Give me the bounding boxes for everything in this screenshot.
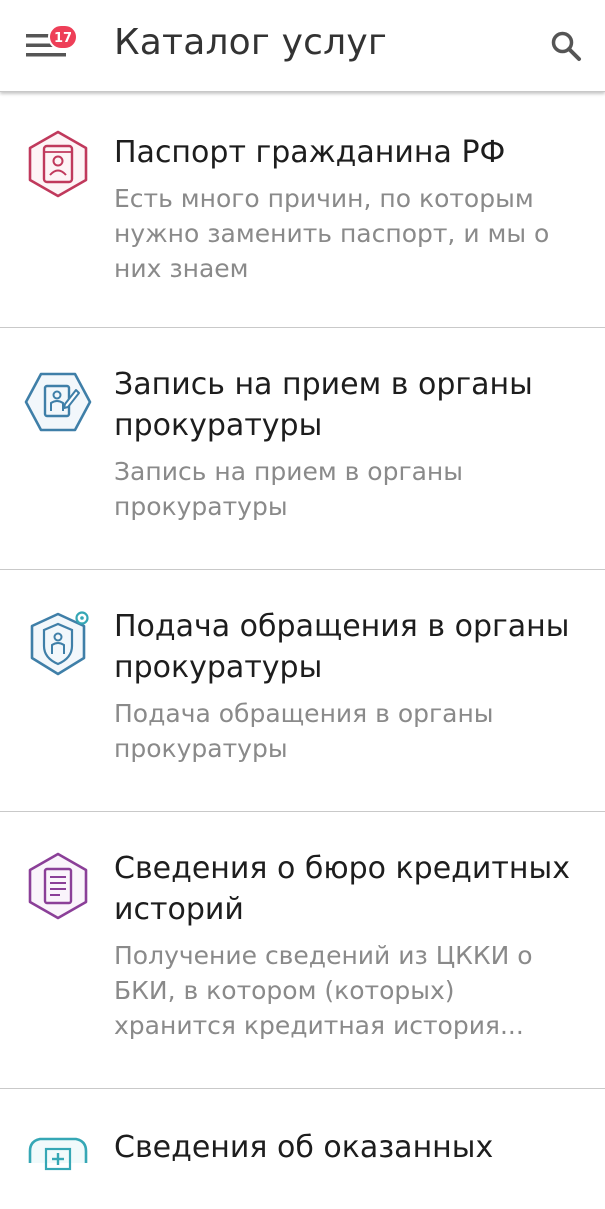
service-description: Запись на прием в органы прокуратуры [114,457,464,521]
service-title: Паспорт гражданина РФ [114,135,506,170]
services-list: Паспорт гражданина РФ Есть много причин,… [0,92,605,1209]
menu-button[interactable]: 17 [20,18,80,74]
service-description: Получение сведений из ЦККИ о БКИ, в кото… [114,941,533,1040]
notification-badge: 17 [48,24,79,50]
service-item-prosecutor-appeal[interactable]: Подача обращения в органы прокуратуры По… [0,570,605,812]
search-icon [551,31,581,61]
page-title: Каталог услуг [114,22,387,63]
search-button[interactable] [540,24,590,68]
passport-icon [28,130,88,198]
service-description: Подача обращения в органы прокуратуры [114,699,494,763]
service-title: Сведения об оказанных [114,1130,494,1165]
service-item-passport[interactable]: Паспорт гражданина РФ Есть много причин,… [0,92,605,328]
service-title: Сведения о бюро кредитных историй [114,851,570,927]
prosecutor-appointment-icon [24,372,92,432]
service-description: Есть много причин, по которым нужно заме… [114,184,550,283]
app-bar: 17 Каталог услуг [0,0,605,92]
prosecutor-appeal-icon [30,611,89,676]
service-item-prosecutor-appointment[interactable]: Запись на прием в органы прокуратуры Зап… [0,328,605,570]
medical-services-icon [28,1137,88,1171]
service-item-credit-history[interactable]: Сведения о бюро кредитных историй Получе… [0,812,605,1089]
service-title: Запись на прием в органы прокуратуры [114,367,533,443]
service-item-medical[interactable]: Сведения об оказанных [0,1089,605,1209]
credit-history-icon [28,852,88,920]
service-title: Подача обращения в органы прокуратуры [114,609,570,685]
